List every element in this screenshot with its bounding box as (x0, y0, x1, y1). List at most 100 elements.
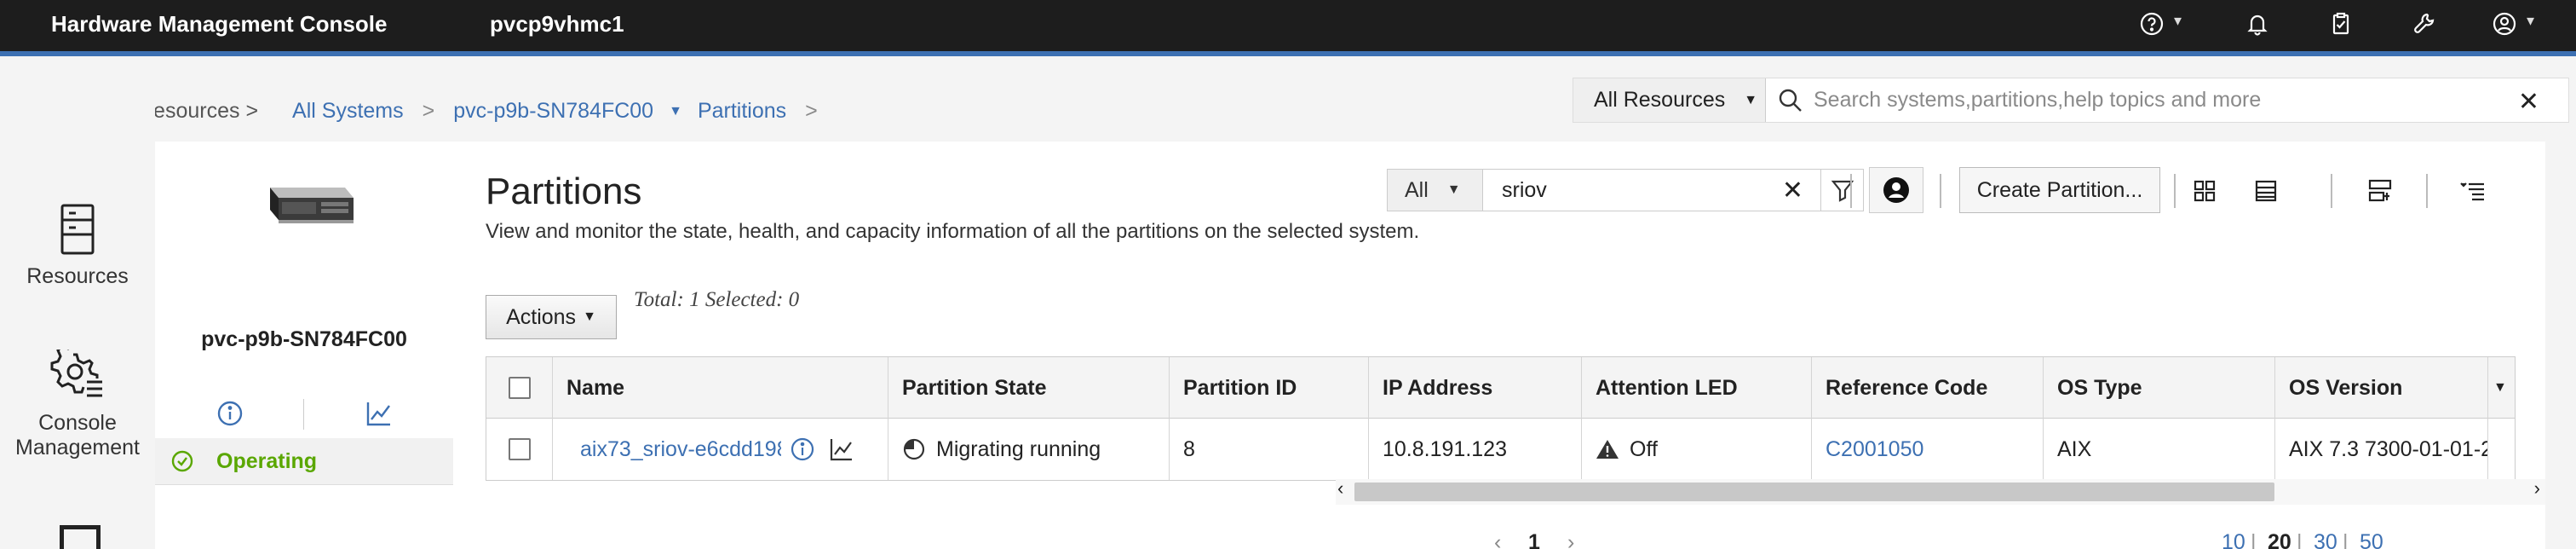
column-header-os-version[interactable]: OS Version (2275, 357, 2488, 419)
reference-code-link[interactable]: C2001050 (1812, 419, 2044, 480)
toolbar-divider (2426, 174, 2428, 208)
tab-system-info[interactable] (155, 390, 304, 436)
column-header-attention-led[interactable]: Attention LED (1582, 357, 1812, 419)
breadcrumb-system[interactable]: pvc-p9b-SN784FC00 (453, 99, 653, 124)
search-input[interactable]: Search systems,partitions,help topics an… (1814, 88, 2261, 113)
scroll-left-arrow-icon[interactable]: ‹ (1337, 477, 1343, 500)
search-scope-select[interactable]: All Resources ▼ (1573, 78, 1766, 122)
column-header-name[interactable]: Name (553, 357, 888, 419)
tile-view-icon[interactable] (2188, 174, 2222, 208)
column-header-partition-state[interactable]: Partition State (888, 357, 1170, 419)
chevron-down-icon: ▼ (1744, 92, 1758, 107)
check-circle-icon (171, 450, 193, 472)
help-icon[interactable] (2135, 7, 2169, 41)
user-avatar-icon[interactable] (2487, 7, 2521, 41)
ip-address-cell: 10.8.191.123 (1369, 419, 1582, 480)
filter-scope-value: All (1405, 177, 1429, 202)
create-partition-button[interactable]: Create Partition... (1959, 167, 2160, 213)
server-rack-icon (60, 204, 95, 255)
page-title: Partitions (486, 170, 642, 212)
help-chevron-down-icon[interactable]: ▾ (2174, 12, 2182, 30)
actions-button[interactable]: Actions ▼ (486, 295, 617, 339)
partition-id-cell: 8 (1170, 419, 1369, 480)
column-header-partition-id[interactable]: Partition ID (1170, 357, 1369, 419)
column-header-ip-address[interactable]: IP Address (1369, 357, 1582, 419)
scrollbar-thumb[interactable] (1354, 483, 2274, 501)
breadcrumb-partitions[interactable]: Partitions (698, 99, 786, 124)
tab-system-performance[interactable] (304, 390, 453, 436)
partitions-table: Name Partition State Partition ID IP Add… (486, 356, 2516, 481)
row-checkbox[interactable] (509, 438, 531, 460)
breadcrumb-separator: > (422, 99, 435, 123)
page-description: View and monitor the state, health, and … (486, 220, 1420, 243)
select-all-checkbox[interactable] (509, 377, 531, 399)
warning-icon (1596, 440, 1619, 459)
rail-label-resources: Resources (26, 264, 129, 288)
filter-funnel-button[interactable] (1820, 170, 1863, 211)
selection-totals: Total: 1 Selected: 0 (634, 288, 800, 311)
user-chevron-down-icon[interactable]: ▾ (2527, 12, 2534, 30)
page-size-10[interactable]: 10 (2222, 530, 2245, 549)
partition-state-text: Migrating running (936, 436, 1101, 461)
attention-led-cell: Off (1582, 419, 1812, 480)
filter-scope-select[interactable]: All ▼ (1388, 170, 1483, 211)
table-view-icon[interactable] (2249, 174, 2283, 208)
settings-gear-list-icon (50, 350, 102, 397)
clear-filter-icon[interactable]: ✕ (1782, 176, 1803, 205)
user-circle-icon (1883, 177, 1909, 203)
page-size-separator: | (2251, 530, 2257, 549)
user-filter-button[interactable] (1869, 167, 1923, 213)
toolbar-divider (1940, 174, 1941, 208)
attention-led-text: Off (1630, 436, 1658, 461)
select-all-cell (486, 357, 553, 419)
row-select-cell (486, 419, 553, 480)
rail-item-resources[interactable]: Resources (0, 203, 155, 289)
system-dropdown-icon[interactable]: ▼ (669, 104, 682, 119)
clear-search-icon[interactable]: ✕ (2518, 87, 2539, 117)
table-header: Name Partition State Partition ID IP Add… (486, 357, 2515, 419)
manage-views-icon[interactable] (2363, 174, 2397, 208)
breadcrumb-all-systems[interactable]: All Systems (292, 99, 404, 124)
chart-line-icon (366, 402, 390, 426)
filter-input[interactable]: sriov (1502, 178, 1782, 203)
rail-label-console: Console (38, 411, 117, 435)
column-settings-icon[interactable] (2455, 174, 2489, 208)
info-icon[interactable] (790, 436, 815, 462)
app-title[interactable]: Hardware Management Console (51, 11, 387, 38)
pager-next-icon[interactable]: › (1567, 530, 1574, 549)
breadcrumb: Resources > All Systems > pvc-p9b-SN784F… (138, 99, 837, 124)
system-panel: pvc-p9b-SN784FC00 Operating (155, 142, 453, 549)
breadcrumb-resources[interactable]: Resources > (138, 99, 258, 124)
column-header-os-type[interactable]: OS Type (2044, 357, 2275, 419)
wrench-icon[interactable] (2407, 7, 2441, 41)
search-scope-value: All Resources (1594, 88, 1726, 112)
rail-item-partial-icon[interactable] (60, 525, 101, 549)
partition-state-cell: Migrating running (888, 419, 1170, 480)
notification-bell-icon[interactable] (2240, 7, 2274, 41)
page-size-50[interactable]: 50 (2360, 530, 2383, 549)
toolbar-divider (2331, 174, 2332, 208)
page-size-20[interactable]: 20 (2268, 530, 2291, 549)
actions-label: Actions (506, 304, 577, 329)
migrating-state-icon (903, 438, 925, 460)
name-cell: aix73_sriov-e6cdd198-( (553, 419, 888, 480)
column-menu-chevron-icon[interactable]: ▼ (2488, 357, 2515, 419)
pager-prev-icon[interactable]: ‹ (1494, 530, 1501, 549)
rail-item-console-management[interactable]: Console Management (0, 350, 155, 460)
task-clipboard-icon[interactable] (2324, 7, 2358, 41)
partition-name-link[interactable]: aix73_sriov-e6cdd198-( (553, 437, 781, 462)
server-image (270, 188, 354, 223)
page-size-separator: | (2343, 530, 2349, 549)
horizontal-scrollbar[interactable]: ‹ › (1336, 477, 2545, 505)
chevron-down-icon: ▼ (583, 309, 596, 324)
system-status-text: Operating (216, 448, 318, 473)
page-size-30[interactable]: 30 (2314, 530, 2337, 549)
scroll-right-arrow-icon[interactable]: › (2534, 477, 2540, 500)
table-row[interactable]: aix73_sriov-e6cdd198-( Migrating running… (486, 419, 2515, 480)
toolbar-divider (1850, 174, 1852, 208)
page-size-separator: | (2297, 530, 2303, 549)
column-header-reference-code[interactable]: Reference Code (1812, 357, 2044, 419)
current-page: 1 (1528, 530, 1540, 549)
toolbar-divider (2174, 174, 2176, 208)
chart-line-icon[interactable] (829, 436, 854, 462)
